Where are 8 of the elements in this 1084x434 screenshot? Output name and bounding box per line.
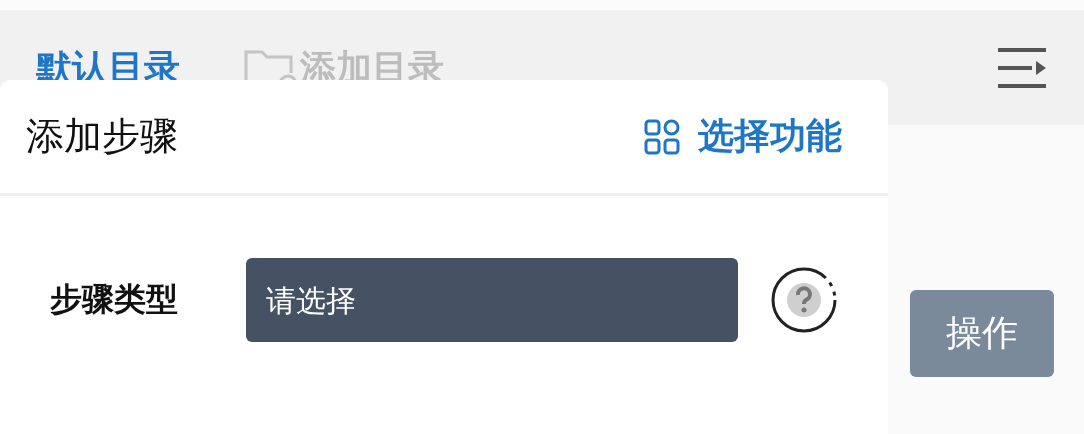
grid-icon — [644, 118, 680, 155]
menu-icon[interactable] — [998, 48, 1048, 88]
field-label: 步骤类型 — [50, 279, 179, 320]
select-field[interactable]: 请选择 — [246, 258, 738, 342]
help-icon[interactable] — [770, 266, 838, 334]
select-function-link[interactable]: 选择功能 — [644, 112, 842, 161]
operate-button[interactable]: 操作 — [910, 290, 1054, 377]
dialog-title: 添加步骤 — [26, 113, 178, 160]
